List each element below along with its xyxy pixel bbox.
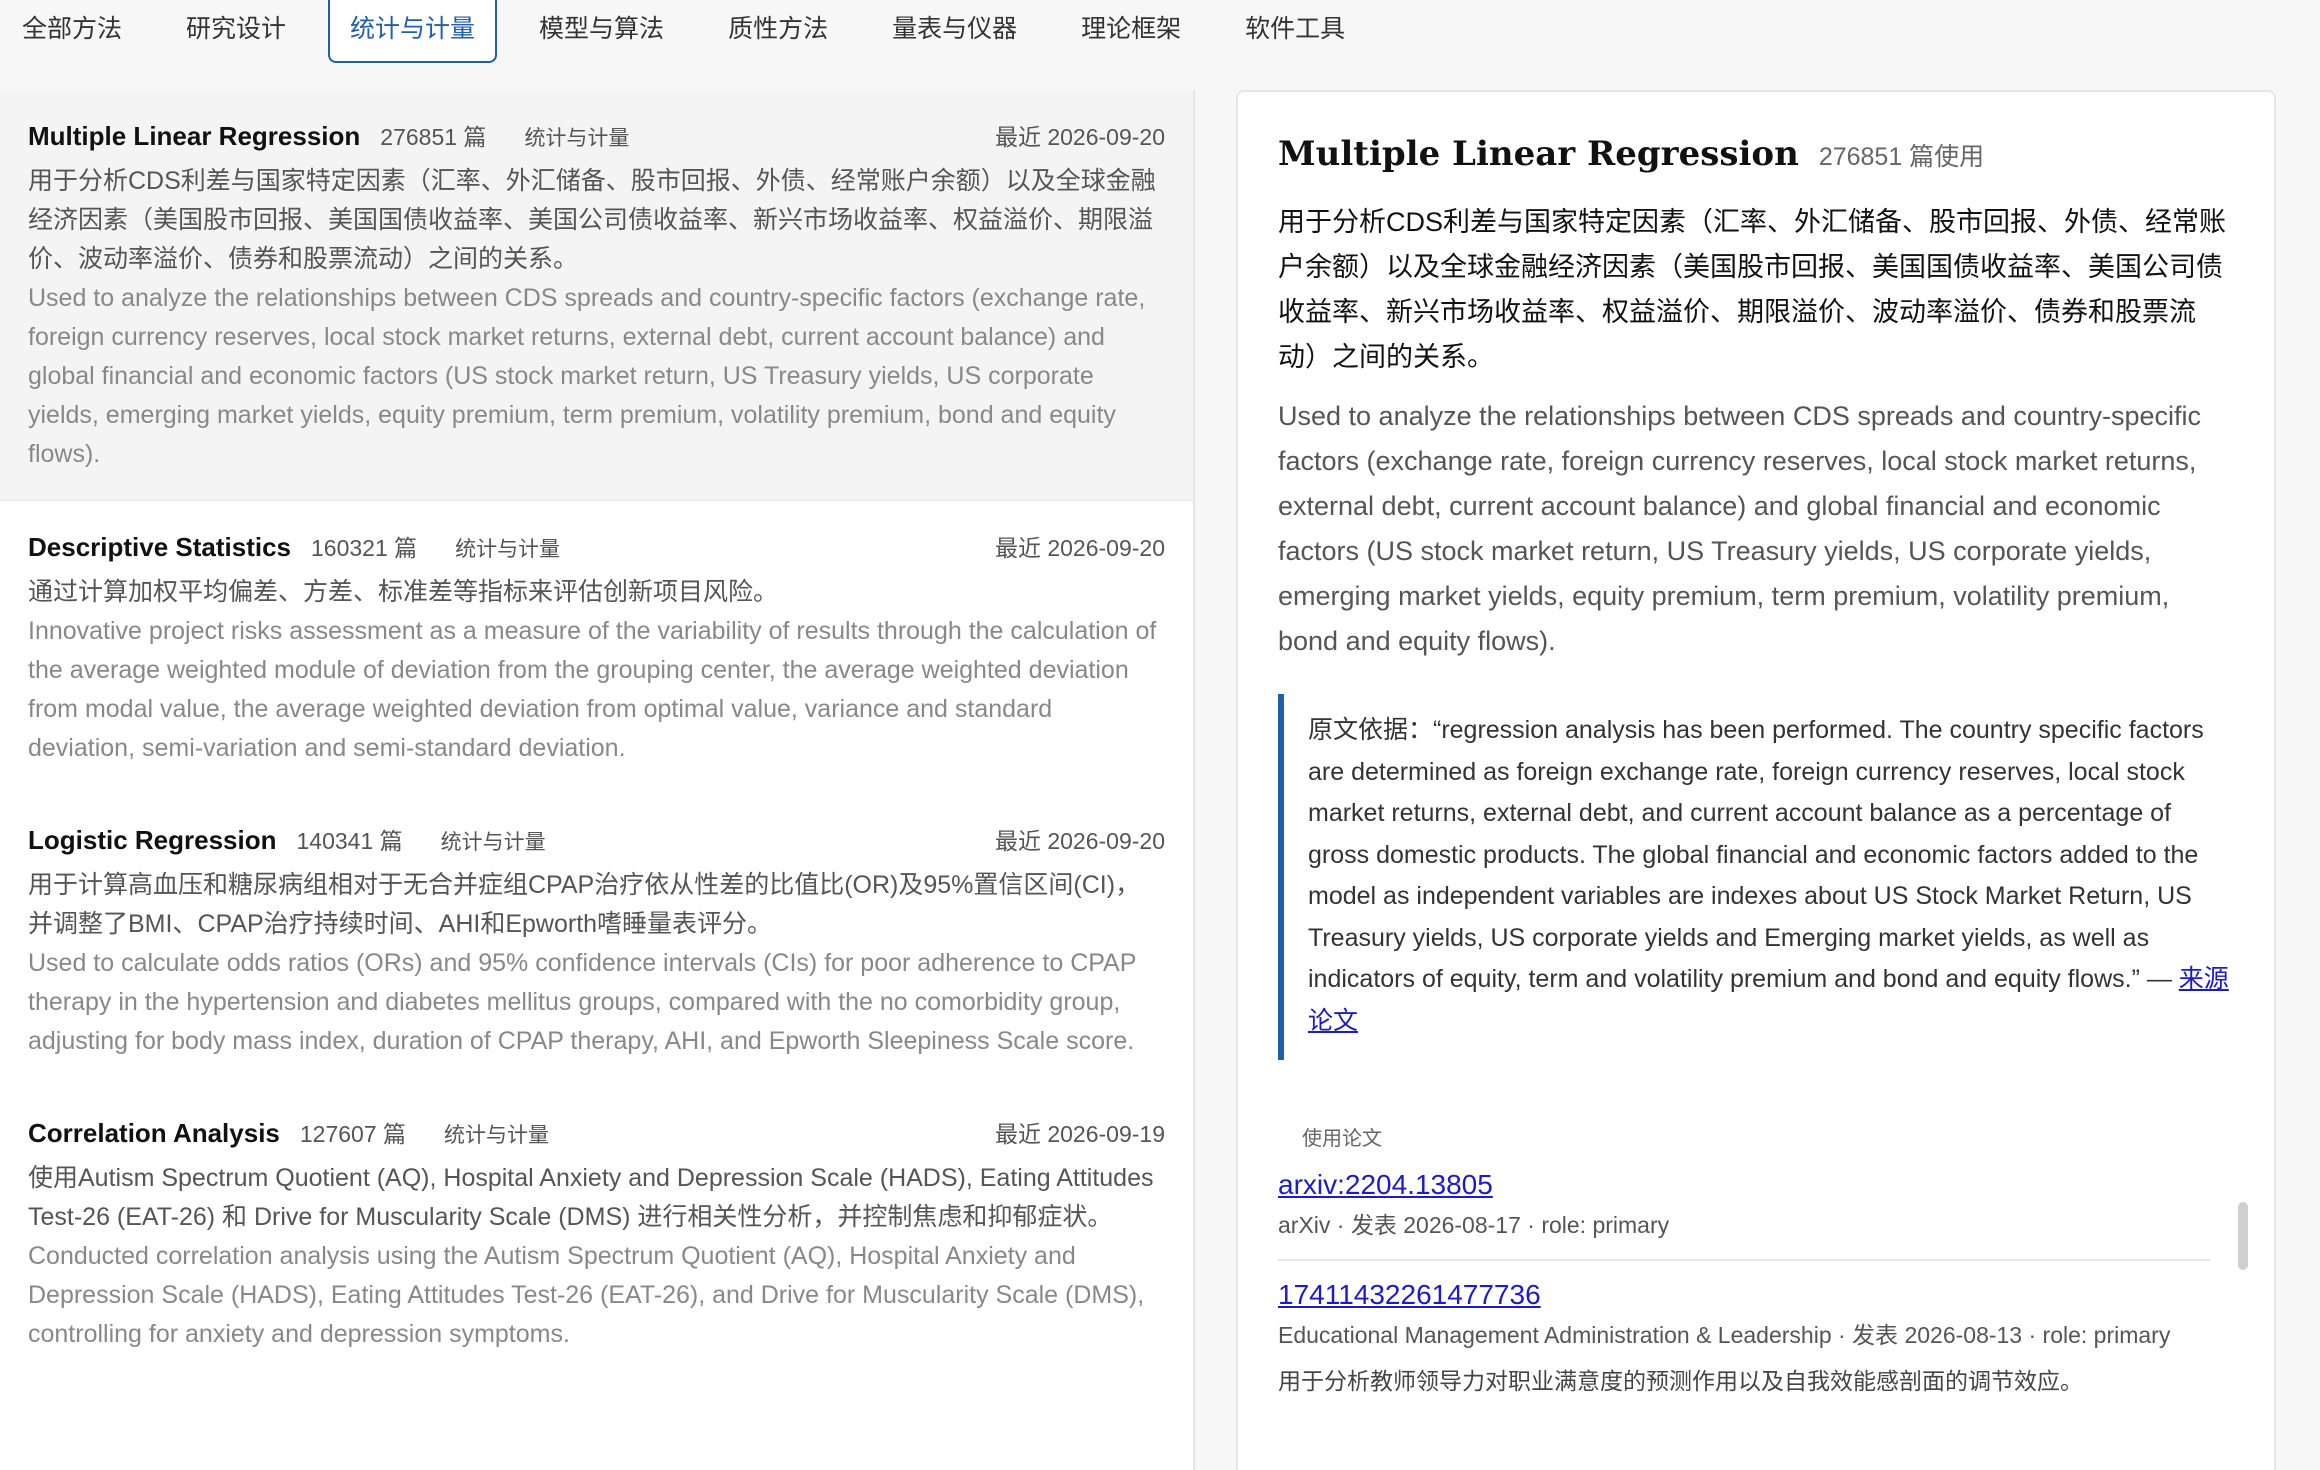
method-title: Correlation Analysis [28, 1118, 280, 1148]
paper-entry: arxiv:2204.13805 arXiv · 发表 2026-08-17 ·… [1278, 1151, 2234, 1261]
paper-entry: 17411432261477736 Educational Management… [1278, 1261, 2234, 1399]
detail-header: Multiple Linear Regression 276851 篇使用 [1278, 134, 2234, 174]
method-category-tabs: 全部方法 研究设计 统计与计量 模型与算法 质性方法 量表与仪器 理论框架 软件… [0, 0, 2320, 64]
method-list-item[interactable]: Logistic Regression 140341 篇 统计与计量 最近 20… [0, 794, 1193, 1087]
papers-scrollbar-thumb[interactable] [2238, 1202, 2248, 1270]
paper-meta: Educational Management Administration & … [1278, 1322, 2171, 1348]
method-item-header: Multiple Linear Regression 276851 篇 统计与计… [28, 118, 1165, 158]
tab-theoretical-frameworks[interactable]: 理论框架 [1059, 0, 1203, 63]
method-latest-date: 最近 2026-09-20 [994, 828, 1165, 854]
method-item-header: Descriptive Statistics 160321 篇 统计与计量 最近… [28, 529, 1165, 569]
method-paper-count: 140341 篇 [296, 828, 403, 854]
tab-research-design[interactable]: 研究设计 [164, 0, 308, 63]
source-quote: 原文依据：“regression analysis has been perfo… [1278, 694, 2234, 1060]
tab-software-tools[interactable]: 软件工具 [1223, 0, 1367, 63]
method-list-item[interactable]: Descriptive Statistics 160321 篇 统计与计量 最近… [0, 501, 1193, 794]
method-paper-count: 127607 篇 [299, 1121, 407, 1147]
method-category-tag: 统计与计量 [440, 831, 546, 854]
tab-scales-instruments[interactable]: 量表与仪器 [870, 0, 1039, 63]
paper-meta: arXiv · 发表 2026-08-17 · role: primary [1278, 1212, 1670, 1238]
method-title: Multiple Linear Regression [28, 121, 361, 151]
method-desc-en: Conducted correlation analysis using the… [28, 1242, 1145, 1348]
method-category-tag: 统计与计量 [524, 127, 630, 150]
method-item-header: Correlation Analysis 127607 篇 统计与计量 最近 2… [28, 1115, 1165, 1155]
tab-models-algorithms[interactable]: 模型与算法 [517, 0, 686, 63]
detail-usage-count: 276851 篇使用 [1818, 143, 1985, 171]
method-list-item[interactable]: Multiple Linear Regression 276851 篇 统计与计… [0, 90, 1193, 501]
paper-id-link[interactable]: 17411432261477736 [1278, 1279, 1541, 1311]
detail-desc-cn: 用于分析CDS利差与国家特定因素（汇率、外汇储备、股市回报、外债、经常账户余额）… [1278, 207, 2227, 372]
method-detail-panel: Multiple Linear Regression 276851 篇使用 用于… [1236, 90, 2276, 1470]
method-title: Logistic Regression [28, 825, 277, 855]
method-desc-en: Used to analyze the relationships betwee… [28, 284, 1146, 468]
method-paper-count: 276851 篇 [380, 124, 487, 150]
method-desc-cn: 使用Autism Spectrum Quotient (AQ), Hospita… [28, 1164, 1154, 1231]
method-desc-cn: 通过计算加权平均偏差、方差、标准差等指标来评估创新项目风险。 [28, 578, 779, 606]
method-category-tag: 统计与计量 [455, 538, 561, 561]
method-desc-cn: 用于分析CDS利差与国家特定因素（汇率、外汇储备、股市回报、外债、经常账户余额）… [28, 167, 1156, 273]
tab-qualitative[interactable]: 质性方法 [706, 0, 850, 63]
method-item-header: Logistic Regression 140341 篇 统计与计量 最近 20… [28, 822, 1165, 862]
paper-id-link[interactable]: arxiv:2204.13805 [1278, 1169, 1493, 1201]
method-title: Descriptive Statistics [28, 532, 292, 562]
method-list-item[interactable]: Correlation Analysis 127607 篇 统计与计量 最近 2… [0, 1087, 1193, 1380]
tab-all-methods[interactable]: 全部方法 [0, 0, 144, 63]
method-latest-date: 最近 2026-09-20 [994, 535, 1165, 561]
tab-statistics[interactable]: 统计与计量 [328, 0, 498, 63]
method-paper-count: 160321 篇 [311, 535, 418, 561]
detail-title: Multiple Linear Regression [1278, 134, 1799, 174]
source-quote-text: 原文依据：“regression analysis has been perfo… [1308, 716, 2204, 993]
papers-section-label: 使用论文 [1302, 1128, 1382, 1150]
paper-description: 用于分析教师领导力对职业满意度的预测作用以及自我效能感剖面的调节效应。 [1278, 1368, 2083, 1394]
method-desc-cn: 用于计算高血压和糖尿病组相对于无合并症组CPAP治疗依从性差的比值比(OR)及9… [28, 871, 1141, 938]
method-desc-en: Used to calculate odds ratios (ORs) and … [28, 949, 1136, 1055]
method-desc-en: Innovative project risks assessment as a… [28, 617, 1157, 762]
method-list: Multiple Linear Regression 276851 篇 统计与计… [0, 90, 1195, 1470]
detail-desc-en: Used to analyze the relationships betwee… [1278, 401, 2201, 656]
method-category-tag: 统计与计量 [444, 1124, 550, 1147]
method-latest-date: 最近 2026-09-19 [994, 1121, 1165, 1147]
method-latest-date: 最近 2026-09-20 [994, 124, 1165, 150]
